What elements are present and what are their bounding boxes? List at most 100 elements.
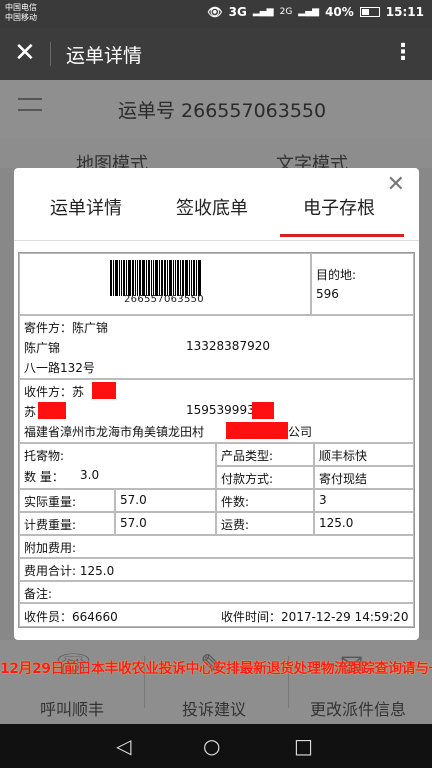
sender-label: 寄件方：陈广锦 bbox=[24, 321, 109, 335]
actual-weight-value: 57.0 bbox=[120, 493, 147, 507]
waybill-number: 运单号 266557063550 bbox=[118, 100, 327, 122]
barcode-bar bbox=[126, 260, 127, 296]
barcode-bar bbox=[139, 260, 141, 296]
barcode-bar bbox=[169, 260, 172, 296]
destination-cell: 目的地: 596 bbox=[311, 253, 414, 315]
redaction-mark bbox=[226, 422, 288, 439]
electronic-receipt: 266557063550 目的地: 596 寄件方：陈广锦 陈广锦 133283… bbox=[18, 252, 415, 628]
receiver-cell: 收件方：苏 苏 159539993 福建省漳州市龙海市角美镇龙田村 公司 bbox=[19, 379, 414, 443]
barcode-bar bbox=[153, 260, 154, 296]
pickup-time: 收件时间：2017-12-29 14:59:20 bbox=[221, 610, 409, 624]
pieces-label: 件数: bbox=[221, 495, 250, 509]
home-icon[interactable]: ○ bbox=[203, 734, 220, 758]
barcode-bar bbox=[146, 260, 147, 296]
barcode-bar bbox=[159, 260, 160, 296]
barcode-bar bbox=[175, 260, 176, 296]
barcode-bar bbox=[155, 260, 158, 296]
barcode-bar bbox=[128, 260, 131, 296]
eye-icon: 👁 bbox=[207, 5, 223, 19]
billing-weight-value: 57.0 bbox=[120, 516, 147, 530]
barcode-bar bbox=[173, 260, 174, 296]
clock: 15:11 bbox=[385, 5, 424, 19]
sender-address: 八一路132号 bbox=[24, 361, 95, 375]
redaction-mark bbox=[252, 402, 274, 419]
freight-value: 125.0 bbox=[319, 516, 354, 530]
billing-weight-value-cell: 57.0 bbox=[115, 512, 216, 535]
receiver-address-prefix: 福建省漳州市龙海市角美镇龙田村 bbox=[24, 425, 205, 439]
signal-icon: ▂▄▆ bbox=[252, 7, 274, 17]
tab-electronic-stub[interactable]: 电子存根 bbox=[303, 194, 375, 220]
quantity-label: 数 量： bbox=[24, 470, 64, 484]
network-2g: 2G bbox=[279, 7, 293, 17]
receipt-modal: ✕ 运单详情 签收底单 电子存根 266557063550 目的地: 596 寄… bbox=[14, 168, 419, 640]
signal-icon-2: ▂▄▆ bbox=[298, 7, 320, 17]
redaction-mark bbox=[92, 382, 116, 399]
battery-percent: 40% bbox=[325, 5, 354, 19]
barcode-icon bbox=[110, 260, 222, 296]
goods-label: 托寄物: bbox=[24, 449, 65, 463]
barcode-cell: 266557063550 bbox=[19, 253, 311, 315]
quantity-value: 3.0 bbox=[80, 468, 100, 482]
barcode-number: 266557063550 bbox=[124, 294, 204, 305]
change-delivery-button[interactable]: 更改派件信息 bbox=[310, 696, 406, 720]
barcode-bar bbox=[142, 260, 145, 296]
barcode-bar bbox=[198, 260, 201, 296]
extra-fee-label: 附加费用: bbox=[24, 541, 77, 555]
actual-weight-value-cell: 57.0 bbox=[115, 489, 216, 512]
battery-icon bbox=[359, 7, 380, 17]
tab-divider bbox=[14, 240, 419, 241]
barcode-bar bbox=[191, 260, 192, 296]
destination-label: 目的地: bbox=[316, 268, 357, 282]
modal-close-icon[interactable]: ✕ bbox=[387, 172, 405, 197]
close-icon[interactable]: ✕ bbox=[14, 38, 36, 68]
title-divider bbox=[50, 42, 51, 66]
mode-tabs: 地图模式 文字模式 bbox=[0, 138, 432, 175]
barcode-bar bbox=[115, 260, 118, 296]
barcode-bar bbox=[180, 260, 181, 296]
recent-apps-icon[interactable]: □ bbox=[294, 734, 313, 758]
receiver-label: 收件方：苏 bbox=[24, 385, 85, 399]
barcode-bar bbox=[137, 260, 138, 296]
carrier-info: 中国电信 中国移动 bbox=[5, 3, 37, 23]
freight-label: 运费: bbox=[221, 518, 250, 532]
pieces-value-cell: 3 bbox=[314, 489, 414, 512]
sender-phone: 13328387920 bbox=[186, 339, 270, 353]
menu-icon[interactable] bbox=[18, 98, 42, 120]
page-title: 运单详情 bbox=[66, 45, 143, 67]
call-sf-button[interactable]: 呼叫顺丰 bbox=[40, 696, 104, 720]
barcode-bar bbox=[148, 260, 150, 296]
tab-waybill-details[interactable]: 运单详情 bbox=[50, 194, 122, 220]
tab-signed-receipt[interactable]: 签收底单 bbox=[176, 194, 248, 220]
red-overlay-text: 12月29日前日本丰收农业投诉中心安排最新退货处理物流跟踪查询请与一七日内联系中… bbox=[0, 661, 432, 677]
barcode-bar bbox=[196, 260, 197, 296]
barcode-bar bbox=[113, 260, 114, 296]
pieces-label-cell: 件数: bbox=[216, 489, 314, 512]
back-icon[interactable]: ◁ bbox=[116, 734, 131, 758]
status-bar: 中国电信 中国移动 👁 3G ▂▄▆ 2G ▂▄▆ 40% 15:11 bbox=[0, 0, 432, 28]
payment-value-cell: 寄付现结 bbox=[314, 466, 414, 489]
barcode-bar bbox=[164, 260, 166, 296]
payment-label: 付款方式: bbox=[221, 472, 274, 486]
actual-weight-label-cell: 实际重量: bbox=[19, 489, 115, 512]
product-type-label: 产品类型: bbox=[221, 449, 274, 463]
active-tab-indicator bbox=[280, 234, 404, 237]
barcode-bar bbox=[151, 260, 152, 296]
sender-cell: 寄件方：陈广锦 陈广锦 13328387920 八一路132号 bbox=[19, 315, 414, 379]
courier-label: 收件员：664660 bbox=[24, 610, 118, 624]
status-icons: 👁 3G ▂▄▆ 2G ▂▄▆ 40% 15:11 bbox=[207, 5, 424, 19]
destination-code: 596 bbox=[316, 287, 339, 301]
barcode-bar bbox=[182, 260, 184, 296]
courier-row: 收件员：664660 收件时间：2017-12-29 14:59:20 bbox=[19, 603, 414, 627]
waybill-header: 运单号 266557063550 bbox=[0, 80, 432, 138]
more-menu-icon[interactable]: ⋮ bbox=[392, 40, 414, 66]
barcode-bar bbox=[121, 260, 122, 296]
system-nav-bar: ◁ ○ □ bbox=[0, 724, 432, 768]
bottom-actions: ☏ ✎ ✉ 呼叫顺丰 投诉建议 更改派件信息 bbox=[0, 640, 432, 724]
product-type-value-cell: 顺丰标快 bbox=[314, 443, 414, 466]
complaint-button[interactable]: 投诉建议 bbox=[182, 696, 246, 720]
barcode-bar bbox=[193, 260, 195, 296]
goods-cell: 托寄物: 数 量： 3.0 bbox=[19, 443, 216, 489]
billing-weight-label: 计费重量: bbox=[24, 518, 77, 532]
pieces-value: 3 bbox=[319, 493, 327, 507]
payment-label-cell: 付款方式: bbox=[216, 466, 314, 489]
